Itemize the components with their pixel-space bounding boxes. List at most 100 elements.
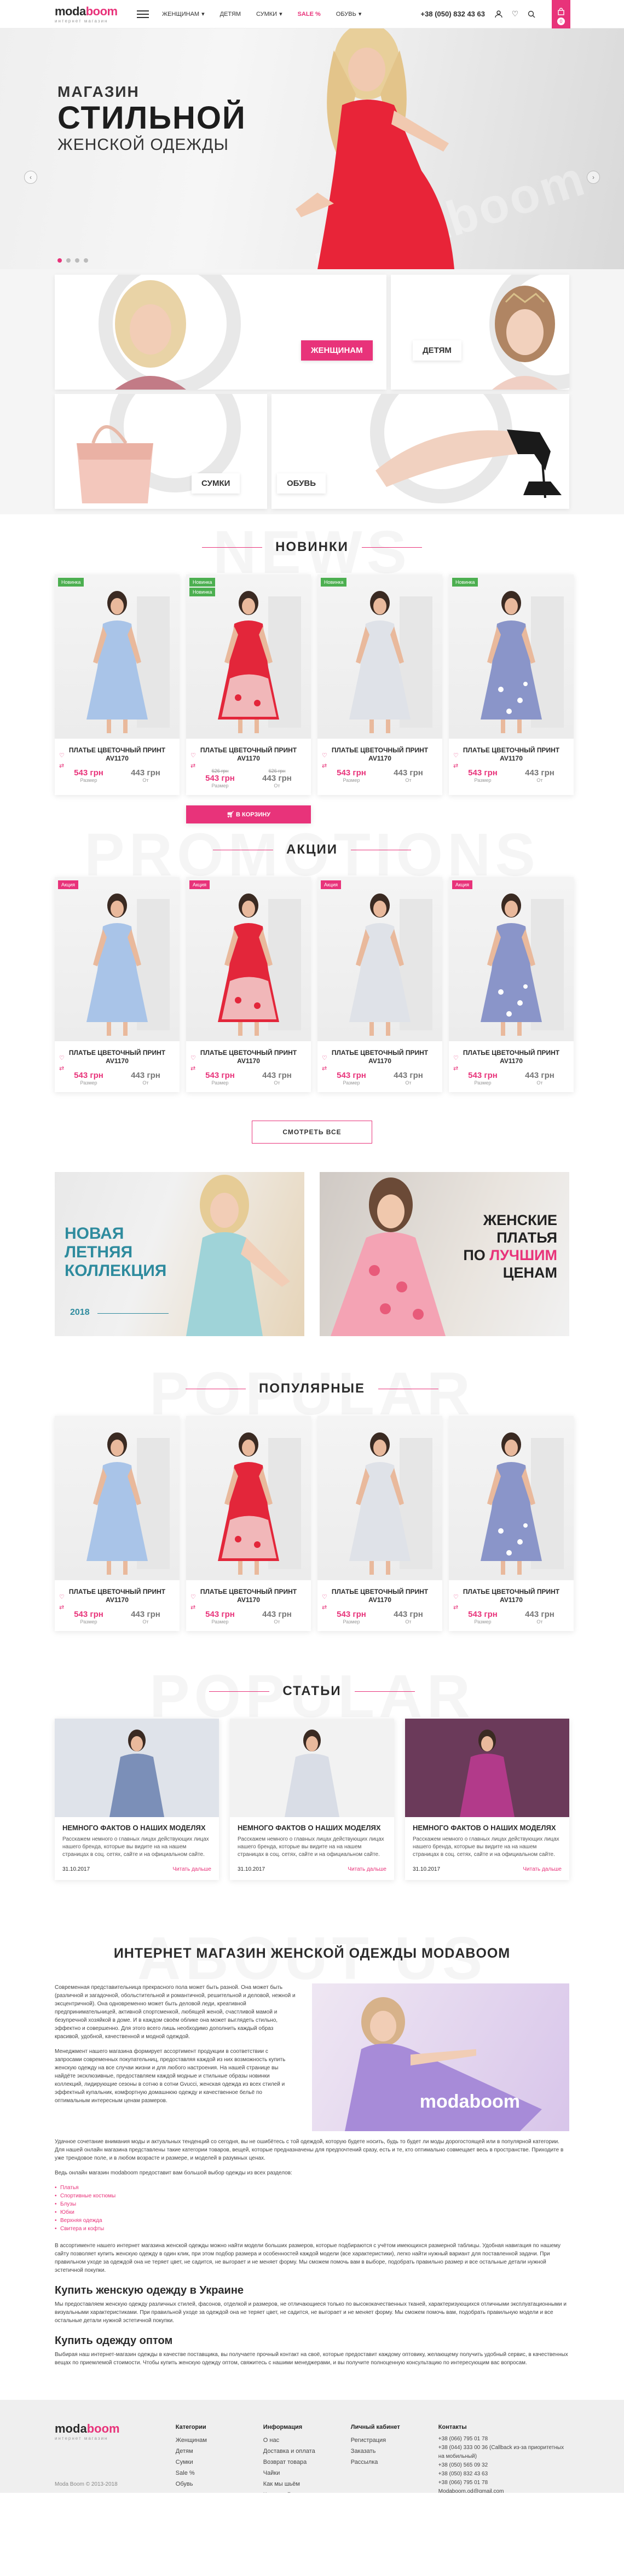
product-card[interactable]: ♡ ⇄ Платье цветочный принт AV1170 543 грн Ра… (449, 1416, 574, 1631)
slider-next-arrow[interactable]: › (587, 171, 600, 184)
product-image[interactable]: Новинка (317, 575, 442, 739)
product-card[interactable]: Новинка ♡ ⇄ Платье цветочный принт AV1170 54… (317, 575, 442, 795)
contact-item[interactable]: +38 (050) 832 43 63 (438, 2470, 569, 2479)
category-bags-tile[interactable]: Сумки (55, 394, 267, 509)
product-card[interactable]: Новинка Новинка ♡ ⇄ Платье цветочный принт A… (186, 575, 311, 795)
product-name[interactable]: Платье цветочный принт AV1170 (55, 1041, 180, 1069)
product-image[interactable] (186, 1416, 311, 1580)
product-image[interactable]: Новинка (55, 575, 180, 739)
footer-link[interactable]: Чайки (263, 2468, 351, 2479)
heart-icon[interactable]: ♡ (59, 1054, 65, 1061)
nav-item-bags[interactable]: Сумки ▾ (256, 10, 282, 18)
product-name[interactable]: Платье цветочный принт AV1170 (55, 1580, 180, 1608)
compare-icon[interactable]: ⇄ (190, 762, 196, 769)
nav-item-kids[interactable]: Детям (220, 10, 241, 18)
product-card[interactable]: ♡ ⇄ Платье цветочный принт AV1170 543 грн Ра… (186, 1416, 311, 1631)
footer-link[interactable]: О нас (263, 2435, 351, 2446)
article-card[interactable]: Немного фактов о наших моделях Расскажем … (405, 1719, 569, 1880)
read-more-link[interactable]: Читать дальше (348, 1866, 386, 1872)
nav-item-sale[interactable]: Sale % (298, 10, 321, 18)
compare-icon[interactable]: ⇄ (453, 762, 459, 769)
footer-link[interactable]: Доставка и оплата (263, 2446, 351, 2457)
heart-icon[interactable]: ♡ (510, 9, 520, 19)
article-title[interactable]: Немного фактов о наших моделях (55, 1817, 219, 1836)
compare-icon[interactable]: ⇄ (190, 1604, 196, 1611)
footer-link[interactable]: Детям (176, 2446, 263, 2457)
contact-item[interactable]: +38 (066) 795 01 78 (438, 2435, 569, 2444)
heart-icon[interactable]: ♡ (322, 1593, 327, 1600)
product-name[interactable]: Платье цветочный принт AV1170 (317, 1580, 442, 1608)
footer-logo[interactable]: modaboom интернет магазин (55, 2422, 176, 2482)
product-image[interactable]: Новинка (449, 575, 574, 739)
slider-dot[interactable] (84, 258, 88, 263)
footer-link[interactable]: Обувь (176, 2479, 263, 2490)
category-shoes-tile[interactable]: Обувь (271, 394, 569, 509)
product-image[interactable]: Акция (449, 877, 574, 1041)
footer-link[interactable]: Рассылка (351, 2457, 438, 2468)
heart-icon[interactable]: ♡ (453, 1054, 459, 1061)
product-card[interactable]: Акция ♡ ⇄ Платье цветочный принт AV1170 543 … (55, 877, 180, 1092)
heart-icon[interactable]: ♡ (190, 1593, 196, 1600)
slider-dot[interactable] (66, 258, 71, 263)
product-image[interactable] (317, 1416, 442, 1580)
slider-prev-arrow[interactable]: ‹ (24, 171, 37, 184)
product-image[interactable] (55, 1416, 180, 1580)
menu-icon[interactable] (137, 10, 149, 18)
contact-item[interactable]: +38 (066) 795 01 78 (438, 2479, 569, 2487)
article-title[interactable]: Немного фактов о наших моделях (230, 1817, 394, 1836)
compare-icon[interactable]: ⇄ (190, 1065, 196, 1072)
article-image[interactable] (405, 1719, 569, 1817)
compare-icon[interactable]: ⇄ (322, 1065, 327, 1072)
product-card[interactable]: Акция ♡ ⇄ Платье цветочный принт AV1170 543 … (186, 877, 311, 1092)
footer-link[interactable]: Женщинам (176, 2435, 263, 2446)
heart-icon[interactable]: ♡ (453, 1593, 459, 1600)
new-collection-banner[interactable]: Новая летняя коллекция 2018 (55, 1172, 304, 1336)
category-women-tile[interactable]: Женщинам (55, 275, 386, 390)
product-image[interactable]: Новинка Новинка (186, 575, 311, 739)
article-card[interactable]: Немного фактов о наших моделях Расскажем … (230, 1719, 394, 1880)
compare-icon[interactable]: ⇄ (59, 762, 65, 769)
product-card[interactable]: ♡ ⇄ Платье цветочный принт AV1170 543 грн Ра… (317, 1416, 442, 1631)
product-image[interactable] (449, 1416, 574, 1580)
heart-icon[interactable]: ♡ (322, 1054, 327, 1061)
read-more-link[interactable]: Читать дальше (172, 1866, 211, 1872)
footer-link[interactable]: Возврат товара (263, 2457, 351, 2468)
product-image[interactable]: Акция (186, 877, 311, 1041)
product-name[interactable]: Платье цветочный принт AV1170 (449, 1041, 574, 1069)
compare-icon[interactable]: ⇄ (59, 1065, 65, 1072)
about-list-link[interactable]: Свитера и кофты (55, 2225, 569, 2233)
article-image[interactable] (230, 1719, 394, 1817)
footer-link[interactable]: Сумки (176, 2457, 263, 2468)
product-card[interactable]: Новинка ♡ ⇄ Платье цветочный принт AV1170 54… (449, 575, 574, 795)
compare-icon[interactable]: ⇄ (322, 762, 327, 769)
nav-item-women[interactable]: Женщинам ▾ (162, 10, 205, 18)
about-list-link[interactable]: Спортивные костюмы (55, 2192, 569, 2200)
product-name[interactable]: Платье цветочный принт AV1170 (55, 739, 180, 766)
product-name[interactable]: Платье цветочный принт AV1170 (186, 1041, 311, 1069)
search-icon[interactable] (527, 9, 536, 19)
phone-number[interactable]: +38 (050) 832 43 63 (421, 10, 485, 18)
article-card[interactable]: Немного фактов о наших моделях Расскажем … (55, 1719, 219, 1880)
contact-item[interactable]: Modaboom.od@gmail.com (438, 2487, 569, 2493)
product-card[interactable]: ♡ ⇄ Платье цветочный принт AV1170 543 грн Ра… (55, 1416, 180, 1631)
compare-icon[interactable]: ⇄ (59, 1604, 65, 1611)
compare-icon[interactable]: ⇄ (453, 1604, 459, 1611)
heart-icon[interactable]: ♡ (59, 752, 65, 759)
article-image[interactable] (55, 1719, 219, 1817)
heart-icon[interactable]: ♡ (453, 752, 459, 759)
heart-icon[interactable]: ♡ (59, 1593, 65, 1600)
compare-icon[interactable]: ⇄ (453, 1065, 459, 1072)
heart-icon[interactable]: ♡ (190, 1054, 196, 1061)
view-all-button[interactable]: Смотреть все (252, 1121, 372, 1144)
product-name[interactable]: Платье цветочный принт AV1170 (317, 739, 442, 766)
about-list-link[interactable]: Платья (55, 2184, 569, 2192)
slider-dot[interactable] (75, 258, 79, 263)
product-card[interactable]: Новинка ♡ ⇄ Платье цветочный принт AV1170 54… (55, 575, 180, 795)
compare-icon[interactable]: ⇄ (322, 1604, 327, 1611)
logo[interactable]: modaboom интернет магазин (55, 4, 131, 24)
contact-item[interactable]: +38 (044) 333 00 36 (Callback из-за прио… (438, 2444, 569, 2461)
product-name[interactable]: Платье цветочный принт AV1170 (186, 1580, 311, 1608)
about-list-link[interactable]: Блузы (55, 2200, 569, 2208)
cart-button[interactable]: 0 (552, 0, 570, 33)
footer-link[interactable]: Карта сайта (263, 2490, 351, 2493)
